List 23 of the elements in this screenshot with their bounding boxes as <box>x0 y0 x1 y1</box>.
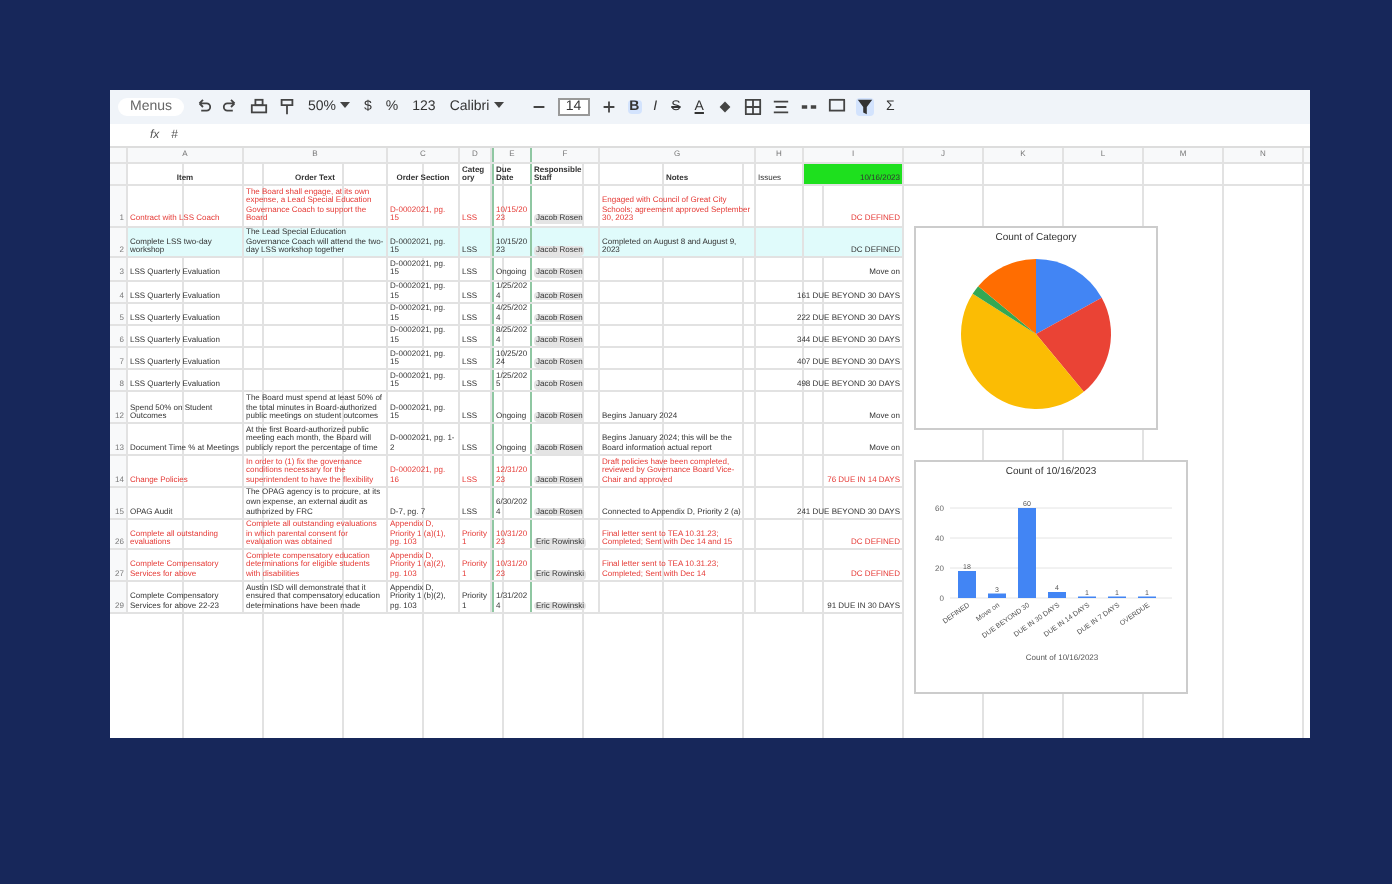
undo-icon[interactable] <box>194 98 213 116</box>
plus-icon[interactable] <box>599 98 618 116</box>
redo-icon[interactable] <box>222 98 241 116</box>
fill-color-icon[interactable] <box>715 98 734 116</box>
table-row[interactable] <box>110 582 904 614</box>
bar <box>987 593 1005 598</box>
bar <box>1017 508 1035 598</box>
table-row[interactable] <box>110 550 904 583</box>
bar <box>1047 592 1065 598</box>
filter-icon[interactable] <box>855 98 874 116</box>
bar <box>957 571 975 598</box>
caret-icon[interactable] <box>339 102 350 110</box>
table-row[interactable] <box>110 519 904 551</box>
table-row[interactable] <box>110 424 904 457</box>
table-row[interactable] <box>110 456 904 488</box>
align-icon[interactable] <box>771 98 790 116</box>
table-row[interactable] <box>110 392 904 425</box>
table-row[interactable] <box>110 227 904 259</box>
borders-icon[interactable] <box>743 98 762 116</box>
paint-format-icon[interactable] <box>278 98 297 116</box>
print-icon[interactable] <box>250 98 269 116</box>
caret-icon[interactable] <box>493 102 504 110</box>
table-row[interactable] <box>110 487 904 520</box>
